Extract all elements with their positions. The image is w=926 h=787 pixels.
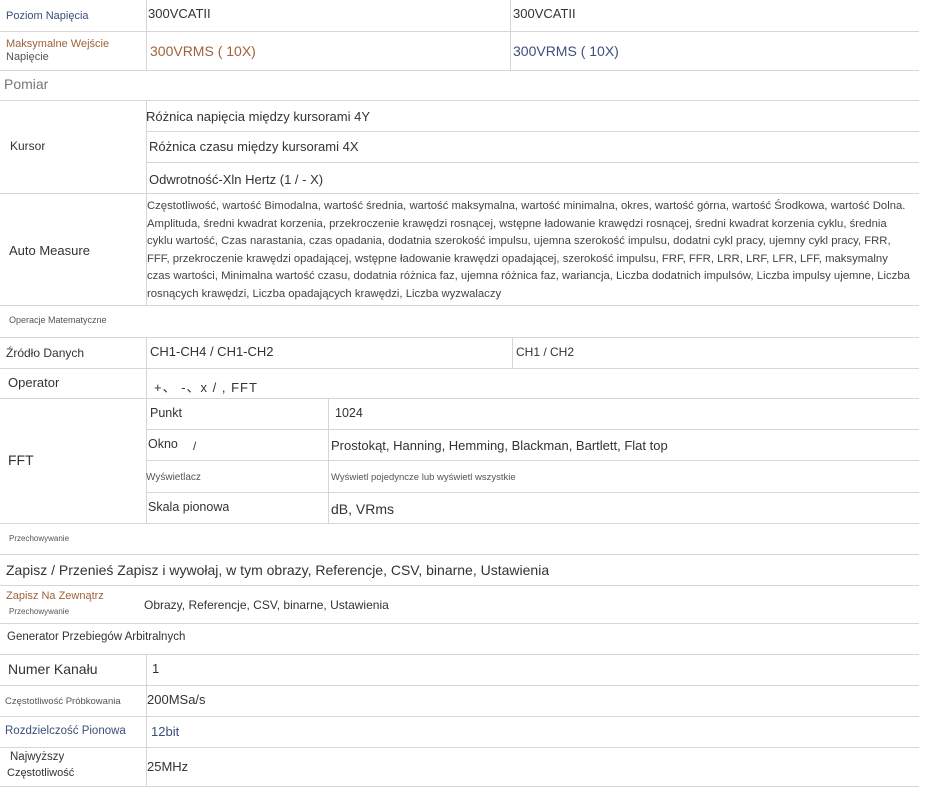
table-row [0,368,919,399]
max-frequency-label-1: Najwyższy [10,751,65,763]
cursor-item: Różnica czasu między kursorami 4X [149,139,359,154]
fft-param-name: Wyświetlacz [146,472,201,483]
external-storage-label-2: Przechowywanie [9,607,70,616]
channel-number-value: 1 [152,661,160,676]
measurement-section-title: Pomiar [4,76,49,92]
external-storage-value: Obrazy, Referencje, CSV, binarne, Ustawi… [144,598,389,612]
fft-param-value: dB, VRms [331,501,395,517]
cursor-label: Kursor [10,139,46,153]
fft-param-value: 1024 [335,406,363,420]
fft-param-value: Prostokąt, Hanning, Hemming, Blackman, B… [331,438,668,453]
fft-label: FFT [8,452,34,468]
math-section-title: Operacje Matematyczne [9,315,107,325]
max-input-label-1: Maksymalne Wejście [6,38,110,50]
cursor-item: Odwrotność-Xln Hertz (1 / - X) [149,172,324,187]
voltage-level-value-2: 300VCATII [513,6,576,21]
max-frequency-label-2: Częstotliwość [7,767,75,779]
table-row [0,523,919,555]
table-row [0,716,919,748]
table-row [0,685,919,717]
table-row [0,305,919,338]
table-row [0,585,919,624]
sample-rate-label: Częstotliwość Próbkowania [5,696,121,707]
operator-label: Operator [8,375,60,390]
data-source-value-1: CH1-CH4 / CH1-CH2 [150,344,274,359]
voltage-level-label: Poziom Napięcia [6,10,89,22]
cursor-item: Różnica napięcia między kursorami 4Y [146,109,370,124]
fft-param-value: Wyświetl pojedyncze lub wyświetl wszystk… [331,472,516,483]
max-input-label-2: Napięcie [6,51,49,63]
table-row [0,398,919,524]
table-row [0,654,919,686]
max-frequency-value: 25MHz [147,759,189,774]
data-source-label: Źródło Danych [6,346,85,360]
fft-param-name: Okno [148,437,178,451]
storage-section-title: Przechowywanie [9,534,70,543]
auto-measure-text: Częstotliwość, wartość Bimodalna, wartoś… [147,200,910,300]
table-row [0,0,919,32]
fft-param-extra: / [193,439,197,453]
generator-section-title: Generator Przebiegów Arbitralnych [7,631,186,643]
vertical-resolution-value: 12bit [151,724,180,739]
data-source-value-2: CH1 / CH2 [516,345,575,359]
table-row [0,337,919,369]
vertical-resolution-label: Rozdzielczość Pionowa [5,725,126,737]
max-input-value-2: 300VRMS ( 10X) [513,43,619,59]
spec-table: Poziom Napięcia 300VCATII 300VCATII Maks… [0,0,926,787]
external-storage-label-1: Zapisz Na Zewnątrz [6,590,104,602]
voltage-level-value-1: 300VCATII [148,6,211,21]
table-row [0,100,919,194]
channel-number-label: Numer Kanału [8,661,98,677]
table-row [0,747,919,787]
table-row [0,31,919,71]
auto-measure-label: Auto Measure [9,243,90,258]
sample-rate-value: 200MSa/s [147,692,206,707]
table-row [0,70,919,101]
max-input-value-1: 300VRMS ( 10X) [150,43,256,59]
save-recall-text: Zapisz / Przenieś Zapisz i wywołaj, w ty… [6,562,550,578]
fft-param-name: Skala pionowa [148,500,230,514]
operator-value: +、 -、x / , FFT [154,380,258,395]
fft-param-name: Punkt [150,406,182,420]
